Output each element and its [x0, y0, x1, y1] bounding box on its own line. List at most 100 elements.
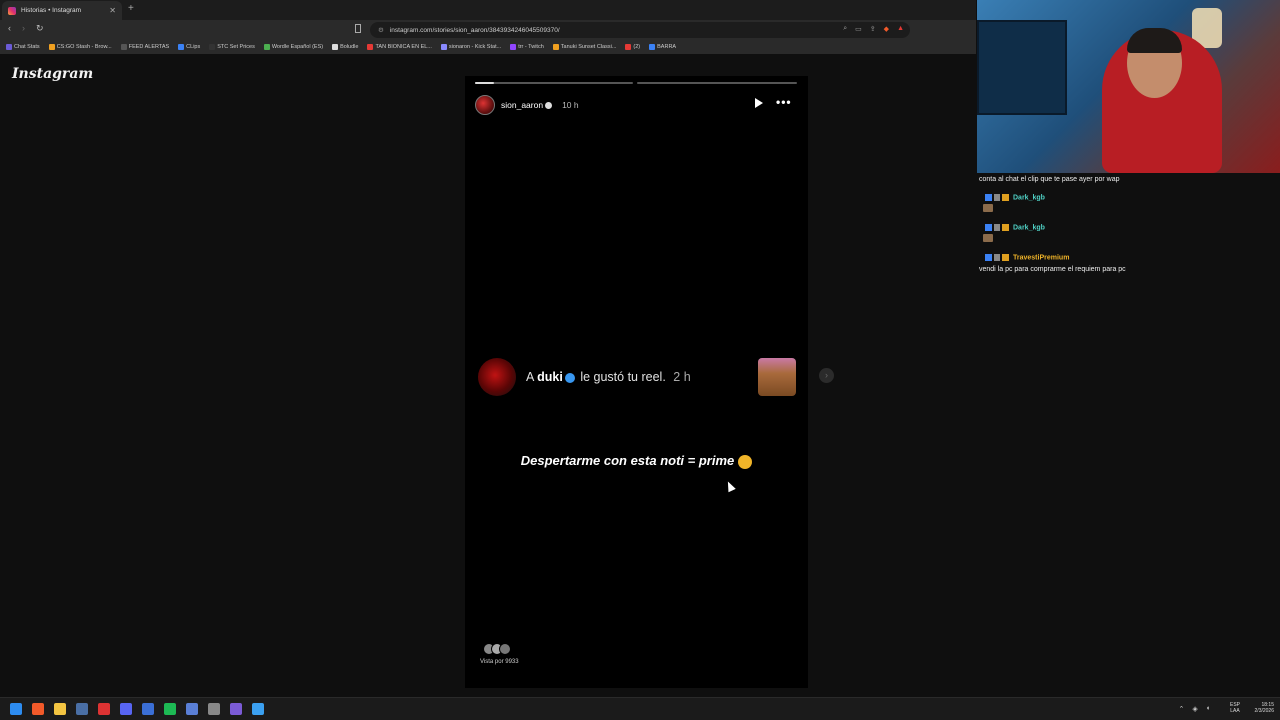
bookmark-item[interactable]: TAN BIONICA EN EL...	[367, 44, 432, 50]
system-tray: ⌃ ◈ ◖	[1179, 705, 1211, 713]
bookmark-item[interactable]: BARRA	[649, 44, 676, 50]
verified-icon	[564, 372, 575, 383]
new-tab-button[interactable]: +	[128, 3, 134, 14]
chevron-up-icon[interactable]: ⌃	[1179, 705, 1185, 713]
address-bar-row: ‹ › ↻ ⚙ instagram.com/stories/sion_aaron…	[0, 20, 976, 40]
bookmark-label: FEED ALERTAS	[128, 44, 170, 50]
verified-icon	[545, 102, 553, 110]
chat-emote-icon	[983, 234, 993, 242]
viewed-by-count[interactable]: Vista por 9933	[480, 659, 519, 665]
play-icon[interactable]	[755, 98, 763, 108]
webcam-monitor	[977, 20, 1067, 115]
chat-badges-icon	[985, 224, 1009, 231]
share-icon[interactable]: ⇪	[870, 25, 876, 33]
story-username[interactable]: sion_aaron	[501, 100, 553, 110]
bookmark-favicon-icon	[649, 44, 656, 50]
url-text: instagram.com/stories/sion_aaron/3843934…	[389, 26, 560, 34]
bookmark-label: Boludle	[340, 44, 359, 50]
bookmark-item[interactable]: Boludle	[332, 44, 358, 50]
close-tab-icon[interactable]: ✕	[109, 6, 116, 15]
bookmark-item[interactable]: Wordle Español (ES)	[263, 44, 324, 50]
bookmark-item[interactable]: STC Set Prices	[209, 44, 255, 50]
site-settings-icon[interactable]: ⚙	[378, 26, 384, 34]
bookmark-favicon-icon	[178, 44, 185, 50]
chrome-icon[interactable]	[98, 703, 110, 715]
more-options-icon[interactable]: •••	[776, 95, 792, 109]
file-explorer-icon[interactable]	[54, 703, 66, 715]
brave-shield-icon[interactable]: ◆	[884, 25, 889, 33]
chat-username-line: Dark_kgb	[985, 194, 1045, 201]
app-icon-4[interactable]	[230, 703, 242, 715]
app-icon-3[interactable]	[208, 703, 220, 715]
steam-icon[interactable]	[76, 703, 88, 715]
bookmark-favicon-icon	[440, 44, 447, 50]
chat-emote-icon	[983, 204, 993, 212]
bookmark-item[interactable]: CS:GO Stash - Brow...	[48, 44, 112, 50]
like-notification: A duki le gustó tu reel. 2 h	[478, 358, 796, 396]
bookmark-label: CS:GO Stash - Brow...	[56, 44, 112, 50]
mind-blown-emoji-icon	[738, 454, 753, 469]
zoom-icon[interactable]: ⌕	[843, 25, 847, 33]
brave-icon[interactable]	[32, 703, 44, 715]
bookmark-favicon-icon	[510, 44, 517, 50]
network-icon[interactable]: ◈	[1192, 705, 1197, 713]
volume-icon[interactable]: ◖	[1206, 705, 1210, 713]
story-viewer[interactable]: sion_aaron 10 h ••• A duki le gustó tu r…	[465, 76, 808, 688]
discord-icon[interactable]	[120, 703, 132, 715]
windows-taskbar: ⌃ ◈ ◖ ESP LAA 18:15 2/3/2026	[0, 697, 1280, 720]
bookmark-item[interactable]: sionaron - Kick Stat...	[440, 44, 501, 50]
bookmark-label: Wordle Español (ES)	[271, 44, 324, 50]
bookmark-icon[interactable]	[355, 24, 361, 33]
app-icon-5[interactable]	[252, 703, 264, 715]
chat-username: Dark_kgb	[1013, 194, 1045, 202]
notification-time: 2 h	[673, 370, 691, 384]
app-icon[interactable]	[142, 703, 154, 715]
browser-tab-bar: Historias • Instagram ✕ +	[0, 0, 976, 20]
language-indicator[interactable]: ESP LAA	[1230, 702, 1240, 714]
bookmark-item[interactable]: Chat Stats	[6, 44, 40, 50]
viewer-avatars[interactable]	[483, 643, 511, 655]
rewards-icon[interactable]: ▲	[897, 25, 904, 33]
bookmark-favicon-icon	[625, 44, 632, 50]
chat-message: conta al chat el clip que te pase ayer p…	[979, 176, 1120, 183]
reel-thumbnail	[758, 358, 796, 396]
instagram-logo[interactable]: Instagram	[12, 66, 93, 82]
bookmark-label: BARRA	[657, 44, 677, 50]
bookmarks-bar: Chat Stats CS:GO Stash - Brow... FEED ALER…	[0, 40, 976, 54]
webcam-overlay	[977, 0, 1280, 173]
reload-icon[interactable]: ↻	[36, 23, 44, 34]
tab-instagram[interactable]: Historias • Instagram ✕	[2, 1, 122, 20]
bookmark-label: Chat Stats	[14, 44, 40, 50]
avatar[interactable]	[475, 95, 495, 115]
url-actions: ⌕ ▭ ⇪ ◆ ▲	[843, 25, 904, 33]
bookmark-item[interactable]: Tanuki Sunset Classi...	[552, 44, 617, 50]
duki-avatar	[478, 358, 516, 396]
bookmark-label: TAN BIONICA EN EL...	[375, 44, 432, 50]
story-progress-2	[637, 82, 797, 84]
clock[interactable]: 18:15 2/3/2026	[1255, 702, 1274, 714]
back-icon[interactable]: ‹	[8, 23, 11, 33]
bookmark-favicon-icon	[48, 44, 55, 50]
story-header: sion_aaron 10 h	[475, 95, 579, 115]
bookmark-item[interactable]: (2)	[625, 44, 640, 50]
tab-title: Historias • Instagram	[21, 7, 82, 14]
avatar	[499, 643, 511, 655]
bookmark-label: Tanuki Sunset Classi...	[560, 44, 617, 50]
bookmark-label: (2)	[633, 44, 641, 50]
app-icon-2[interactable]	[186, 703, 198, 715]
windows-start-icon[interactable]	[10, 703, 22, 715]
next-story-button[interactable]: ›	[819, 368, 834, 383]
url-field[interactable]: ⚙ instagram.com/stories/sion_aaron/38439…	[370, 22, 910, 38]
bookmark-favicon-icon	[6, 44, 12, 50]
story-time: 10 h	[562, 100, 579, 110]
chat-badges-icon	[985, 194, 1009, 201]
chat-badges-icon	[985, 254, 1009, 261]
bookmark-item[interactable]: FEED ALERTAS	[120, 44, 170, 50]
forward-icon[interactable]: ›	[22, 23, 25, 33]
bookmark-item[interactable]: trr - Twitch	[510, 44, 544, 50]
spotify-icon[interactable]	[164, 703, 176, 715]
bookmark-label: STC Set Prices	[217, 44, 255, 50]
cast-icon[interactable]: ▭	[855, 25, 862, 33]
chat-message: vendi la pc para comprarme el requiem pa…	[979, 266, 1126, 273]
bookmark-item[interactable]: CLips	[178, 44, 200, 50]
